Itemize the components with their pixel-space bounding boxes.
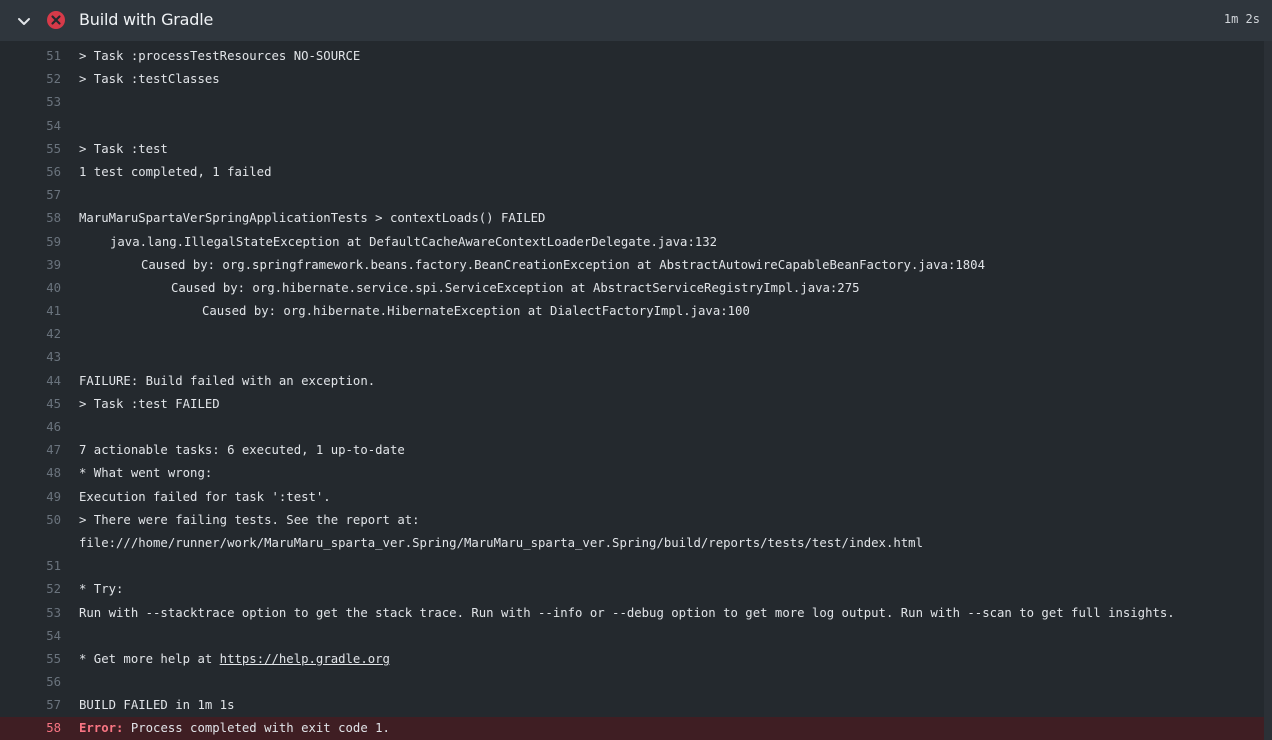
log-line: 56	[0, 671, 1264, 694]
line-number[interactable]: 50	[0, 509, 61, 532]
log-text: * What went wrong:	[79, 466, 213, 481]
log-line: 51 > Task :processTestResources NO-SOURCE	[0, 45, 1264, 68]
log-line: 39 Caused by: org.springframework.beans.f…	[0, 254, 1264, 277]
log-output: 51 > Task :processTestResources NO-SOURCE…	[0, 45, 1264, 740]
log-line: 43	[0, 346, 1264, 369]
log-text: java.lang.IllegalStateException at Defau…	[110, 234, 718, 249]
line-number[interactable]: 57	[0, 184, 61, 207]
log-text: Execution failed for task ':test'.	[79, 489, 331, 504]
log-line: 57 BUILD FAILED in 1m 1s	[0, 694, 1264, 717]
line-number[interactable]: 52	[0, 578, 61, 601]
step-duration: 1m 2s	[1223, 12, 1260, 26]
log-text: > Task :processTestResources NO-SOURCE	[79, 49, 361, 63]
log-line: 54	[0, 115, 1264, 138]
log-line: 51	[0, 555, 1264, 578]
log-text: FAILURE: Build failed with an exception.	[79, 373, 376, 388]
log-line: 50 > There were failing tests. See the re…	[0, 509, 1264, 532]
log-line: 42	[0, 323, 1264, 346]
log-line: 57	[0, 184, 1264, 207]
log-line: 56 1 test completed, 1 failed	[0, 161, 1264, 184]
line-number[interactable]: 42	[0, 323, 61, 346]
error-log-line: 58 Error: Process completed with exit cod…	[0, 717, 1264, 740]
line-number[interactable]: 46	[0, 416, 61, 439]
line-number[interactable]: 52	[0, 68, 61, 91]
log-text: 7 actionable tasks: 6 executed, 1 up-to-…	[79, 443, 405, 458]
line-number[interactable]: 53	[0, 91, 61, 114]
line-number[interactable]: 57	[0, 694, 61, 717]
log-text: * Try:	[79, 582, 124, 597]
line-number[interactable]: 45	[0, 393, 61, 416]
line-number[interactable]: 41	[0, 300, 61, 323]
log-text: BUILD FAILED in 1m 1s	[79, 698, 235, 713]
line-number[interactable]: 55	[0, 138, 61, 161]
log-line: 46	[0, 416, 1264, 439]
step-header[interactable]: Build with Gradle 1m 2s	[0, 0, 1272, 41]
log-text: 1 test completed, 1 failed	[79, 164, 272, 179]
line-number[interactable]: 59	[0, 231, 61, 254]
log-text: > Task :testClasses	[79, 72, 220, 87]
log-line: 49 Execution failed for task ':test'.	[0, 486, 1264, 509]
report-path: file:///home/runner/work/MaruMaru_sparta…	[79, 535, 923, 550]
log-line: 53 Run with --stacktrace option to get th…	[0, 602, 1264, 625]
log-line: 53	[0, 91, 1264, 114]
log-line: 40 Caused by: org.hibernate.service.spi.S…	[0, 277, 1264, 300]
log-text: > Task :test FAILED	[79, 396, 220, 411]
log-text: Caused by: org.springframework.beans.fac…	[141, 257, 985, 272]
log-line: 48 * What went wrong:	[0, 462, 1264, 485]
line-number[interactable]: 58	[0, 207, 61, 230]
line-number[interactable]: 56	[0, 671, 61, 694]
line-number[interactable]: 53	[0, 602, 61, 625]
log-text-prefix: * Get more help at	[79, 651, 220, 666]
log-line: 45 > Task :test FAILED	[0, 393, 1264, 416]
log-text: Caused by: org.hibernate.HibernateExcept…	[202, 304, 750, 319]
log-line: 47 7 actionable tasks: 6 executed, 1 up-t…	[0, 439, 1264, 462]
log-line: file:///home/runner/work/MaruMaru_sparta…	[0, 532, 1264, 555]
line-number[interactable]: 47	[0, 439, 61, 462]
log-scrollbar[interactable]	[1264, 41, 1272, 740]
log-text: > There were failing tests. See the repo…	[79, 512, 420, 527]
log-text: Caused by: org.hibernate.service.spi.Ser…	[171, 280, 860, 295]
log-line: 52 * Try:	[0, 578, 1264, 601]
gradle-help-link[interactable]: https://help.gradle.org	[220, 652, 390, 666]
line-number[interactable]: 51	[0, 45, 61, 68]
line-number[interactable]: 54	[0, 625, 61, 648]
line-number[interactable]: 56	[0, 161, 61, 184]
line-number[interactable]: 58	[0, 717, 61, 740]
line-number[interactable]: 39	[0, 254, 61, 277]
log-text: Run with --stacktrace option to get the …	[79, 605, 1175, 620]
line-number[interactable]: 44	[0, 370, 61, 393]
line-number[interactable]: 40	[0, 277, 61, 300]
log-line: 54	[0, 625, 1264, 648]
step-title: Build with Gradle	[79, 10, 214, 29]
log-line: 55 * Get more help at https://help.gradle…	[0, 648, 1264, 671]
line-number[interactable]: 54	[0, 115, 61, 138]
line-number[interactable]: 51	[0, 555, 61, 578]
log-line: 52 > Task :testClasses	[0, 68, 1264, 91]
line-number[interactable]: 43	[0, 346, 61, 369]
line-number[interactable]: 55	[0, 648, 61, 671]
log-line: 44 FAILURE: Build failed with an exceptio…	[0, 370, 1264, 393]
log-line: 58 MaruMaruSpartaVerSpringApplicationTest…	[0, 207, 1264, 230]
log-line: 59 java.lang.IllegalStateException at Def…	[0, 231, 1264, 254]
error-message: Process completed with exit code 1.	[123, 721, 390, 736]
log-text: Error: Process completed with exit code …	[79, 717, 390, 740]
log-line: 55 > Task :test	[0, 138, 1264, 161]
workflow-step-log: Build with Gradle 1m 2s 51 > Task :proces…	[0, 0, 1272, 740]
log-text: > Task :test	[79, 141, 168, 156]
line-number[interactable]: 48	[0, 462, 61, 485]
x-circle-icon	[47, 11, 65, 29]
log-text: MaruMaruSpartaVerSpringApplicationTests …	[79, 211, 546, 226]
log-line: 41 Caused by: org.hibernate.HibernateExce…	[0, 300, 1264, 323]
log-text: * Get more help at https://help.gradle.o…	[79, 648, 390, 671]
chevron-down-icon[interactable]	[16, 13, 32, 29]
line-number[interactable]: 49	[0, 486, 61, 509]
error-label: Error:	[79, 721, 124, 736]
